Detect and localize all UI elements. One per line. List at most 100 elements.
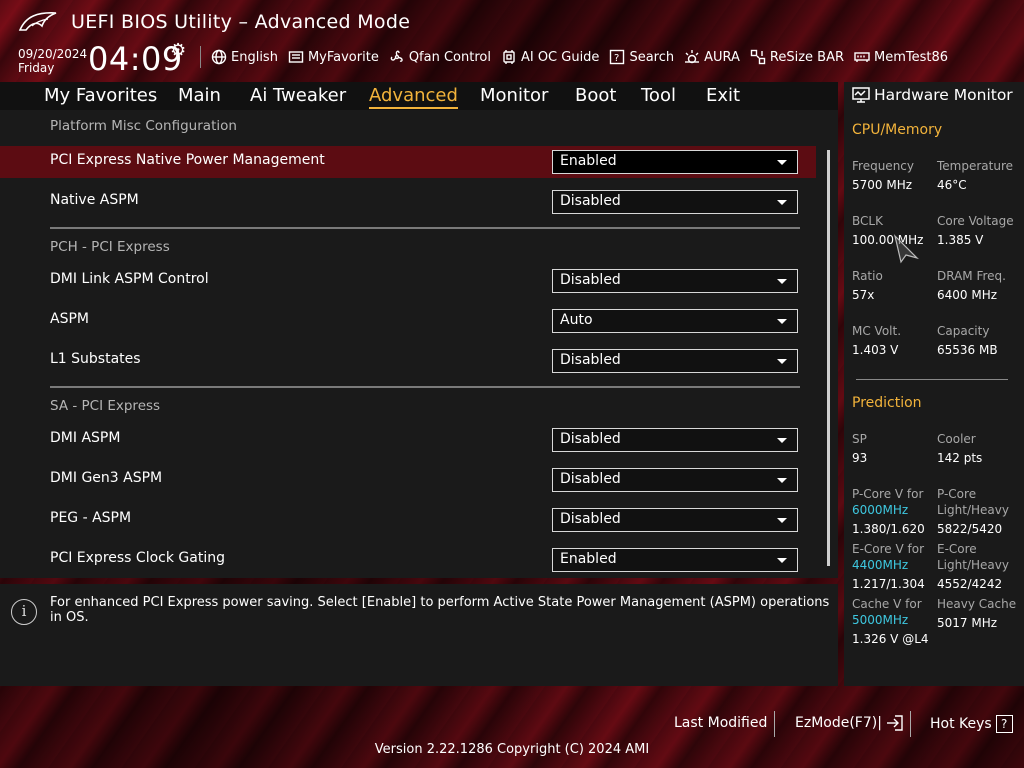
section-divider bbox=[50, 386, 800, 388]
memtest-button[interactable]: MemTest86 bbox=[854, 49, 948, 65]
setting-label-dmi-gen3-aspm[interactable]: DMI Gen3 ASPM bbox=[50, 470, 162, 486]
tab-my-favorites[interactable]: My Favorites bbox=[44, 85, 157, 106]
dropdown-value: Disabled bbox=[560, 272, 621, 288]
scrollbar[interactable] bbox=[827, 150, 830, 566]
language-button[interactable]: English bbox=[211, 49, 278, 65]
hw-label-ecore-lh1: E-Core bbox=[937, 542, 977, 556]
tab-main[interactable]: Main bbox=[178, 85, 221, 106]
caret-down-icon bbox=[777, 200, 787, 205]
caret-down-icon bbox=[777, 518, 787, 523]
version-text: Version 2.22.1286 Copyright (C) 2024 AMI bbox=[374, 742, 650, 757]
setting-label-dmi-link-aspm[interactable]: DMI Link ASPM Control bbox=[50, 271, 209, 287]
hw-value-mc-volt: 1.403 V bbox=[852, 343, 899, 357]
setting-label-l1-substates[interactable]: L1 Substates bbox=[50, 351, 141, 367]
hw-label-ecore-lh2: Light/Heavy bbox=[937, 558, 1009, 572]
caret-down-icon bbox=[777, 478, 787, 483]
hw-label-pcore-v: P-Core V for bbox=[852, 487, 924, 501]
hw-label-ecore-v: E-Core V for bbox=[852, 542, 925, 556]
search-label: Search bbox=[629, 49, 675, 65]
section-sa-pci-express: SA - PCI Express bbox=[50, 398, 161, 414]
toolbar: English MyFavorite Qfan Control AI OC Gu… bbox=[211, 46, 948, 68]
tab-boot[interactable]: Boot bbox=[575, 85, 616, 106]
hot-keys-button[interactable]: Hot Keys ? bbox=[930, 715, 1013, 733]
hw-label-bclk: BCLK bbox=[852, 214, 883, 228]
hot-keys-label: Hot Keys bbox=[930, 716, 992, 732]
globe-icon bbox=[211, 49, 227, 65]
dmi-link-aspm-dropdown[interactable]: Disabled bbox=[552, 269, 798, 293]
myfavorite-button[interactable]: MyFavorite bbox=[288, 49, 379, 65]
setting-label-pcie-native-pm[interactable]: PCI Express Native Power Management bbox=[50, 152, 325, 168]
aura-button[interactable]: AURA bbox=[684, 49, 740, 65]
hardware-monitor-panel: Hardware Monitor CPU/Memory Frequency 57… bbox=[844, 82, 1024, 686]
hw-value-core-voltage: 1.385 V bbox=[937, 233, 984, 247]
hw-value-cooler: 142 pts bbox=[937, 451, 983, 465]
dmi-aspm-dropdown[interactable]: Disabled bbox=[552, 428, 798, 452]
help-text: For enhanced PCI Express power saving. S… bbox=[50, 595, 830, 625]
hw-ecore-v-freq: 4400MHz bbox=[852, 558, 909, 572]
peg-aspm-dropdown[interactable]: Disabled bbox=[552, 508, 798, 532]
setting-label-peg-aspm[interactable]: PEG - ASPM bbox=[50, 510, 131, 526]
l1-substates-dropdown[interactable]: Disabled bbox=[552, 349, 798, 373]
gear-icon[interactable]: ⚙ bbox=[170, 40, 186, 61]
resize-bar-icon bbox=[750, 49, 766, 65]
caret-down-icon bbox=[777, 359, 787, 364]
hw-value-pcore-lh: 5822/5420 bbox=[937, 522, 1003, 536]
hw-value-ecore-lh: 4552/4242 bbox=[937, 577, 1003, 591]
hw-value-sp: 93 bbox=[852, 451, 868, 465]
caret-down-icon bbox=[777, 319, 787, 324]
setting-label-pcie-clock-gating[interactable]: PCI Express Clock Gating bbox=[50, 550, 225, 566]
tab-tool[interactable]: Tool bbox=[641, 85, 676, 106]
setting-label-aspm[interactable]: ASPM bbox=[50, 311, 89, 327]
dropdown-value: Enabled bbox=[560, 551, 617, 567]
hw-value-capacity: 65536 MB bbox=[937, 343, 998, 357]
caret-down-icon bbox=[777, 438, 787, 443]
setting-label-dmi-aspm[interactable]: DMI ASPM bbox=[50, 430, 120, 446]
section-pch-pci-express: PCH - PCI Express bbox=[50, 239, 170, 255]
resize-bar-button[interactable]: ReSize BAR bbox=[750, 49, 844, 65]
resize-bar-label: ReSize BAR bbox=[769, 49, 845, 65]
rog-logo-icon bbox=[18, 12, 57, 31]
hw-label-frequency: Frequency bbox=[852, 159, 914, 173]
settings-panel: Platform Misc Configuration PCI Express … bbox=[0, 110, 838, 578]
exit-arrow-icon bbox=[886, 715, 903, 731]
memtest-icon bbox=[854, 52, 870, 62]
main-nav: My Favorites Main Ai Tweaker Advanced Mo… bbox=[0, 82, 838, 110]
ai-oc-guide-button[interactable]: AI OC Guide bbox=[501, 49, 599, 65]
aspm-dropdown[interactable]: Auto bbox=[552, 309, 798, 333]
hw-value-temperature: 46°C bbox=[937, 178, 967, 192]
hw-label-temperature: Temperature bbox=[937, 159, 1014, 173]
date: 09/20/2024 bbox=[18, 47, 88, 61]
pcie-clock-gating-dropdown[interactable]: Enabled bbox=[552, 548, 798, 572]
ezmode-button[interactable]: EzMode(F7)| bbox=[795, 715, 904, 731]
hw-section-prediction: Prediction bbox=[852, 395, 922, 411]
pcie-native-pm-dropdown[interactable]: Enabled bbox=[552, 150, 798, 174]
dropdown-value: Enabled bbox=[560, 153, 617, 169]
dropdown-value: Disabled bbox=[560, 352, 621, 368]
title-bar: UEFI BIOS Utility – Advanced Mode bbox=[0, 0, 1024, 44]
tab-exit[interactable]: Exit bbox=[706, 85, 740, 106]
native-aspm-dropdown[interactable]: Disabled bbox=[552, 190, 798, 214]
qfan-label: Qfan Control bbox=[408, 49, 491, 65]
footer-divider bbox=[910, 711, 911, 737]
memtest-label: MemTest86 bbox=[874, 49, 949, 65]
hw-label-mc-volt: MC Volt. bbox=[852, 324, 902, 338]
qfan-button[interactable]: Qfan Control bbox=[389, 49, 491, 65]
footer-divider bbox=[774, 711, 775, 737]
day: Friday bbox=[18, 61, 55, 75]
hw-label-ratio: Ratio bbox=[852, 269, 883, 283]
hw-value-heavy-cache: 5017 MHz bbox=[937, 616, 998, 630]
caret-down-icon bbox=[777, 558, 787, 563]
dmi-gen3-aspm-dropdown[interactable]: Disabled bbox=[552, 468, 798, 492]
tab-ai-tweaker[interactable]: Ai Tweaker bbox=[250, 85, 346, 106]
ai-guide-icon bbox=[503, 50, 515, 64]
tab-monitor[interactable]: Monitor bbox=[480, 85, 548, 106]
tab-advanced[interactable]: Advanced bbox=[369, 85, 458, 109]
myfavorite-label: MyFavorite bbox=[307, 49, 379, 65]
setting-label-native-aspm[interactable]: Native ASPM bbox=[50, 192, 139, 208]
hw-title-text: Hardware Monitor bbox=[874, 86, 1013, 104]
hw-value-cache-v: 1.326 V @L4 bbox=[852, 632, 929, 646]
ai-oc-guide-label: AI OC Guide bbox=[520, 49, 600, 65]
toolbar-divider bbox=[200, 46, 201, 68]
last-modified-button[interactable]: Last Modified bbox=[674, 715, 767, 731]
search-button[interactable]: ? Search bbox=[609, 49, 674, 65]
